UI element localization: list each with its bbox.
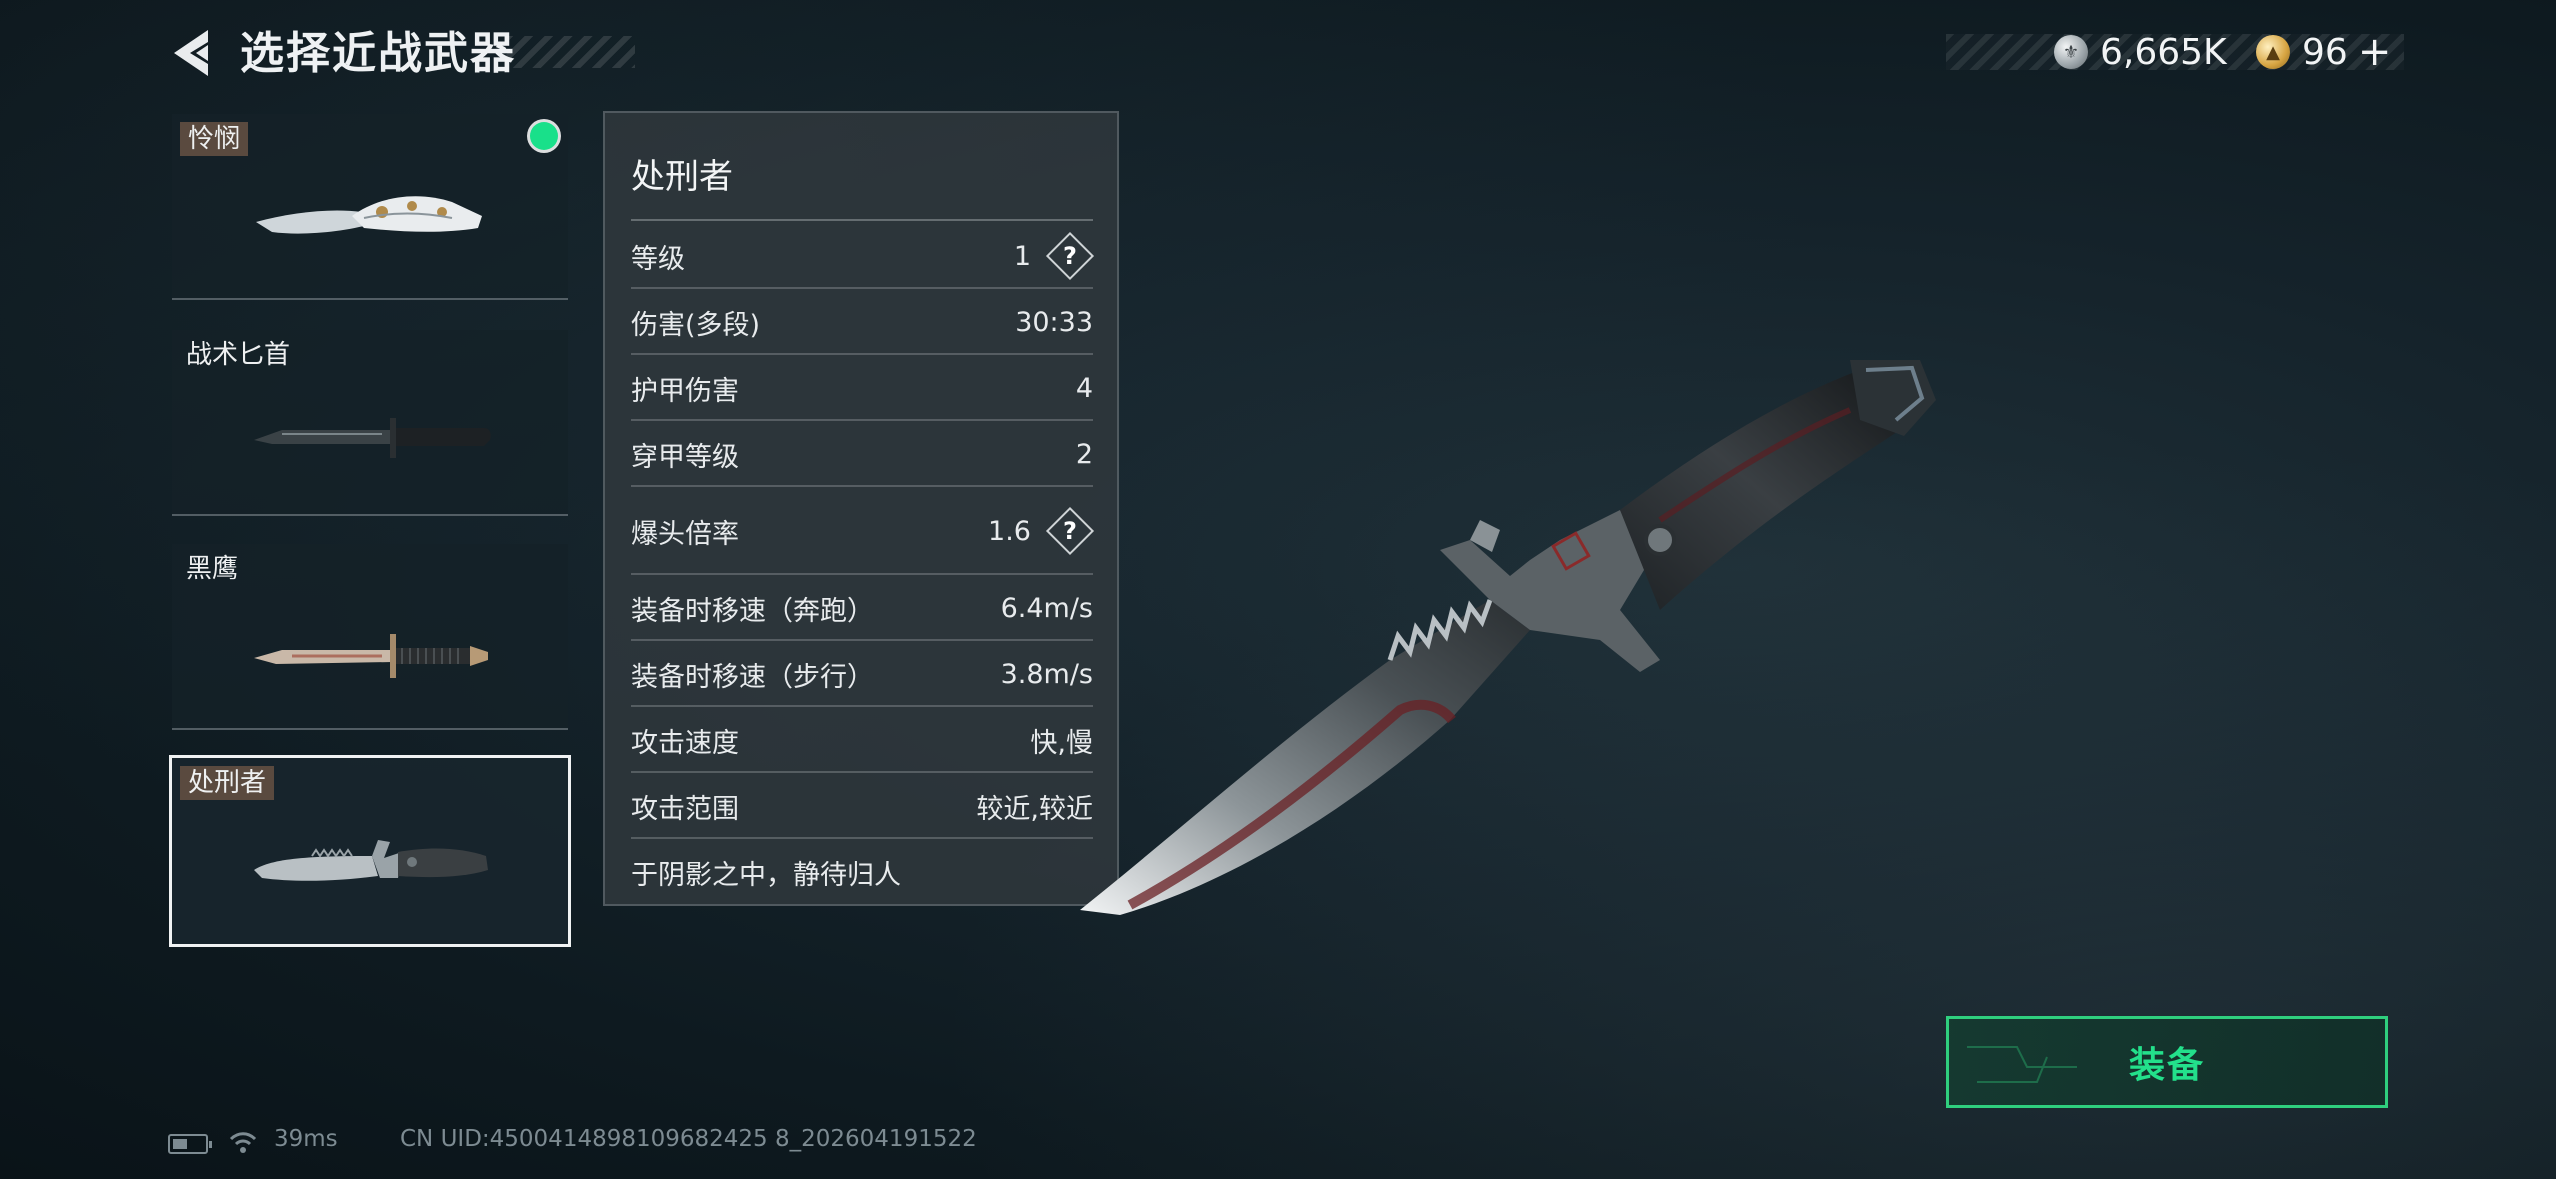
stat-value: 1 bbox=[1013, 240, 1031, 272]
stat-label: 穿甲等级 bbox=[631, 441, 739, 473]
stat-label: 等级 bbox=[631, 243, 685, 275]
stats-divider bbox=[631, 219, 1093, 221]
stat-label: 伤害(多段) bbox=[631, 309, 761, 341]
stat-row-armor-damage: 护甲伤害 4 bbox=[631, 355, 1093, 421]
stat-label: 装备时移速（奔跑） bbox=[631, 595, 874, 627]
stat-value: 1.6 bbox=[988, 515, 1031, 547]
battery-icon bbox=[168, 1134, 212, 1154]
weapon-name: 处刑者 bbox=[180, 766, 275, 800]
executioner-knife-image bbox=[254, 840, 488, 881]
weapon-card-black-eagle[interactable]: 黑鹰 bbox=[172, 544, 568, 730]
black-eagle-image bbox=[254, 634, 488, 678]
silver-coin-icon: ⚜ bbox=[2054, 35, 2088, 69]
row-divider bbox=[631, 837, 1093, 839]
silver-amount: 6,665K bbox=[2100, 31, 2227, 73]
tactical-dagger-image bbox=[254, 418, 491, 458]
weapon-card-executioner[interactable]: 处刑者 bbox=[169, 755, 571, 947]
weapon-stats-panel: 处刑者 等级 1 ? 伤害(多段) 30:33 护甲伤害 4 穿甲等级 2 爆头… bbox=[603, 111, 1119, 906]
title-decoration bbox=[505, 36, 635, 68]
silver-currency: ⚜ 6,665K bbox=[2054, 28, 2227, 76]
stat-value: 30:33 bbox=[1015, 306, 1093, 338]
page-title: 选择近战武器 bbox=[240, 28, 516, 79]
equipped-indicator bbox=[530, 122, 558, 150]
weapon-name: 战术匕首 bbox=[186, 340, 291, 370]
weapon-card-tactical-dagger[interactable]: 战术匕首 bbox=[172, 330, 568, 516]
card-underline bbox=[172, 514, 568, 516]
stat-row-walk-speed: 装备时移速（步行） 3.8m/s bbox=[631, 641, 1093, 707]
stat-label: 护甲伤害 bbox=[631, 375, 739, 407]
stats-title: 处刑者 bbox=[631, 157, 733, 197]
stat-label: 装备时移速（步行） bbox=[631, 661, 874, 693]
stat-label: 攻击速度 bbox=[631, 727, 739, 759]
stat-row-run-speed: 装备时移速（奔跑） 6.4m/s bbox=[631, 575, 1093, 641]
card-underline bbox=[172, 728, 568, 730]
gold-currency[interactable]: ▲ 96 + bbox=[2256, 28, 2391, 76]
add-currency-button[interactable]: + bbox=[2358, 29, 2392, 75]
stat-row-damage: 伤害(多段) 30:33 bbox=[631, 289, 1093, 355]
equip-button-label: 装备 bbox=[2128, 1045, 2205, 1086]
ping-text: 39ms bbox=[274, 1126, 338, 1152]
stat-row-attack-range: 攻击范围 较近,较近 bbox=[631, 773, 1093, 839]
gold-amount: 96 bbox=[2302, 31, 2348, 73]
weapon-name: 怜悯 bbox=[180, 122, 249, 156]
stat-label: 攻击范围 bbox=[631, 793, 739, 825]
executioner-knife-showcase bbox=[1080, 360, 1936, 915]
stat-label: 爆头倍率 bbox=[631, 518, 739, 550]
card-underline bbox=[172, 298, 568, 300]
wifi-icon bbox=[229, 1132, 257, 1153]
stat-value-group: 1 ? bbox=[1013, 231, 1095, 281]
weapon-description: 于阴影之中，静待归人 bbox=[631, 860, 901, 891]
stat-row-level: 等级 1 ? bbox=[631, 223, 1095, 289]
back-arrow-icon[interactable] bbox=[168, 26, 214, 80]
question-icon[interactable]: ? bbox=[1045, 231, 1095, 281]
mercy-knife-image bbox=[256, 196, 482, 234]
button-decoration bbox=[1967, 1046, 2077, 1083]
gold-coin-icon: ▲ bbox=[2256, 35, 2290, 69]
equip-button[interactable]: 装备 bbox=[1946, 1016, 2388, 1108]
uid-text: CN UID:4500414898109682425 8_20260419152… bbox=[400, 1126, 977, 1152]
weapon-name: 黑鹰 bbox=[186, 554, 239, 584]
stat-row-attack-speed: 攻击速度 快,慢 bbox=[631, 707, 1093, 773]
stat-row-headshot: 爆头倍率 1.6 ? bbox=[631, 487, 1095, 575]
weapon-card-mercy[interactable]: 怜悯 bbox=[172, 114, 568, 300]
stat-row-penetration: 穿甲等级 2 bbox=[631, 421, 1093, 487]
